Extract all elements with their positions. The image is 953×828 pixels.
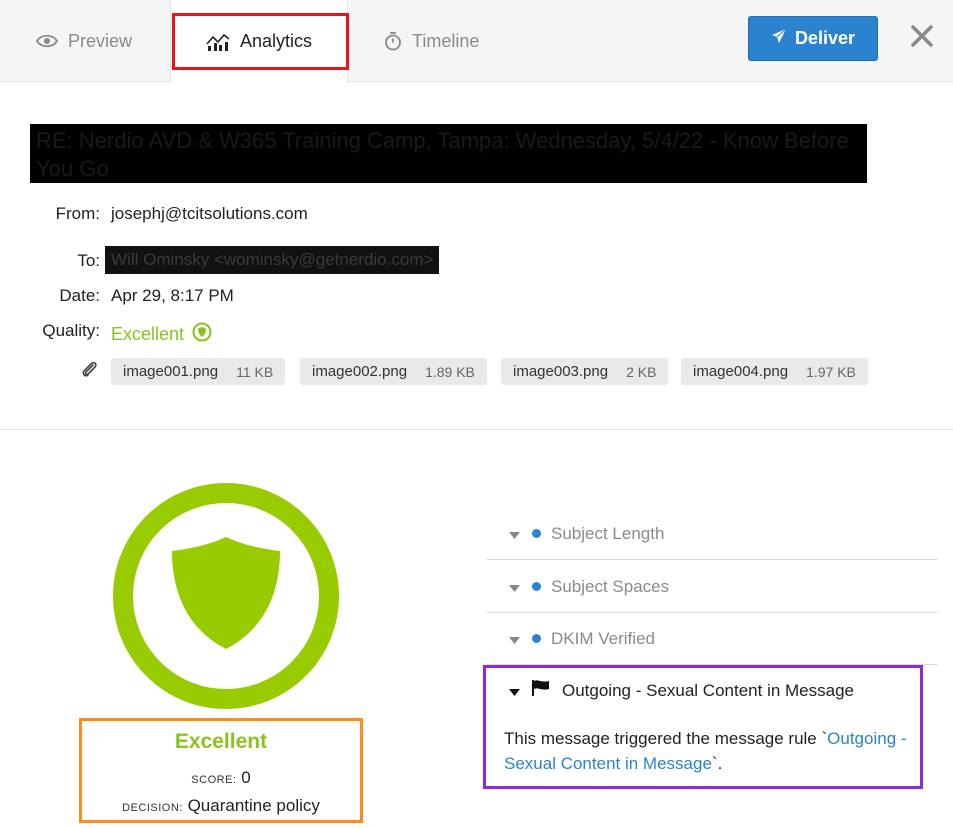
caret-down-icon <box>509 629 520 649</box>
attachment-size: 11 KB <box>236 363 274 380</box>
shield-check-icon <box>192 322 212 347</box>
close-button[interactable] <box>904 20 940 56</box>
rule-label: Subject Spaces <box>551 576 670 596</box>
decision-line: DECISION: Quarantine policy <box>79 796 363 816</box>
rule-item-dkim-verified[interactable]: DKIM Verified <box>487 613 938 665</box>
eye-icon <box>36 34 58 48</box>
rule-label: Subject Length <box>551 523 665 543</box>
score-line: SCORE: 0 <box>79 768 363 788</box>
score-value: 0 <box>241 768 251 787</box>
caret-down-icon <box>509 577 520 597</box>
triggered-rule-header[interactable]: Outgoing - Sexual Content in Message <box>509 680 854 701</box>
attachment-chip[interactable]: image001.png 11 KB <box>111 358 286 385</box>
tab-analytics[interactable]: Analytics <box>170 0 348 83</box>
date-label: Date: <box>59 286 100 305</box>
attachment-size: 2 KB <box>626 363 657 380</box>
attachment-size: 1.89 KB <box>425 363 475 380</box>
attachment-name: image001.png <box>123 363 219 380</box>
status-dot <box>532 634 541 643</box>
tab-timeline-label: Timeline <box>412 30 480 51</box>
score-label: SCORE: <box>191 774 237 786</box>
tab-preview-label: Preview <box>68 30 133 51</box>
status-dot <box>532 582 541 591</box>
tab-preview[interactable]: Preview <box>36 0 132 82</box>
close-icon <box>911 24 933 52</box>
triggered-rule-body: This message triggered the message rule … <box>504 726 914 776</box>
decision-label: DECISION: <box>122 802 183 814</box>
deliver-button[interactable]: Deliver <box>748 16 878 61</box>
caret-down-icon <box>509 524 520 544</box>
rule-item-subject-length[interactable]: Subject Length <box>487 508 938 560</box>
section-divider <box>0 429 953 430</box>
analytics-chart-icon <box>206 33 230 51</box>
paperclip-icon <box>80 360 100 385</box>
quality-label: Quality: <box>42 321 100 340</box>
attachment-chip[interactable]: image003.png 2 KB <box>501 358 669 385</box>
quality-value: Excellent <box>111 322 212 347</box>
triggered-rule-title: Outgoing - Sexual Content in Message <box>562 680 855 700</box>
flag-icon <box>532 680 550 701</box>
rule-body-suffix: `. <box>711 754 723 773</box>
date-value: Apr 29, 8:17 PM <box>111 286 234 305</box>
from-label: From: <box>55 204 100 223</box>
attachment-size: 1.97 KB <box>806 363 856 380</box>
rule-label: DKIM Verified <box>551 628 655 648</box>
attachment-chip[interactable]: image002.png 1.89 KB <box>300 358 487 385</box>
attachment-name: image003.png <box>513 363 609 380</box>
paper-plane-icon <box>771 28 787 49</box>
decision-value: Quarantine policy <box>187 796 320 815</box>
attachment-chip[interactable]: image004.png 1.97 KB <box>681 358 868 385</box>
tab-analytics-label: Analytics <box>239 31 313 51</box>
score-title: Excellent <box>174 730 268 753</box>
stopwatch-icon <box>384 31 402 51</box>
attachment-name: image002.png <box>312 363 408 380</box>
to-label: To: <box>77 251 100 270</box>
to-value: Will Ominsky <wominsky@getnerdio.com> <box>105 246 439 274</box>
message-subject: RE: Nerdio AVD & W365 Training Camp, Tam… <box>30 124 867 183</box>
rule-body-prefix: This message triggered the message rule … <box>504 729 828 748</box>
rule-item-subject-spaces[interactable]: Subject Spaces <box>487 561 938 613</box>
shield-icon <box>169 535 283 656</box>
caret-down-icon <box>509 681 520 701</box>
attachment-name: image004.png <box>693 363 789 380</box>
from-value: josephj@tcitsolutions.com <box>111 204 308 223</box>
quality-text: Excellent <box>111 324 185 344</box>
status-dot <box>532 529 541 538</box>
tab-timeline[interactable]: Timeline <box>384 0 479 82</box>
deliver-label: Deliver <box>794 28 856 48</box>
